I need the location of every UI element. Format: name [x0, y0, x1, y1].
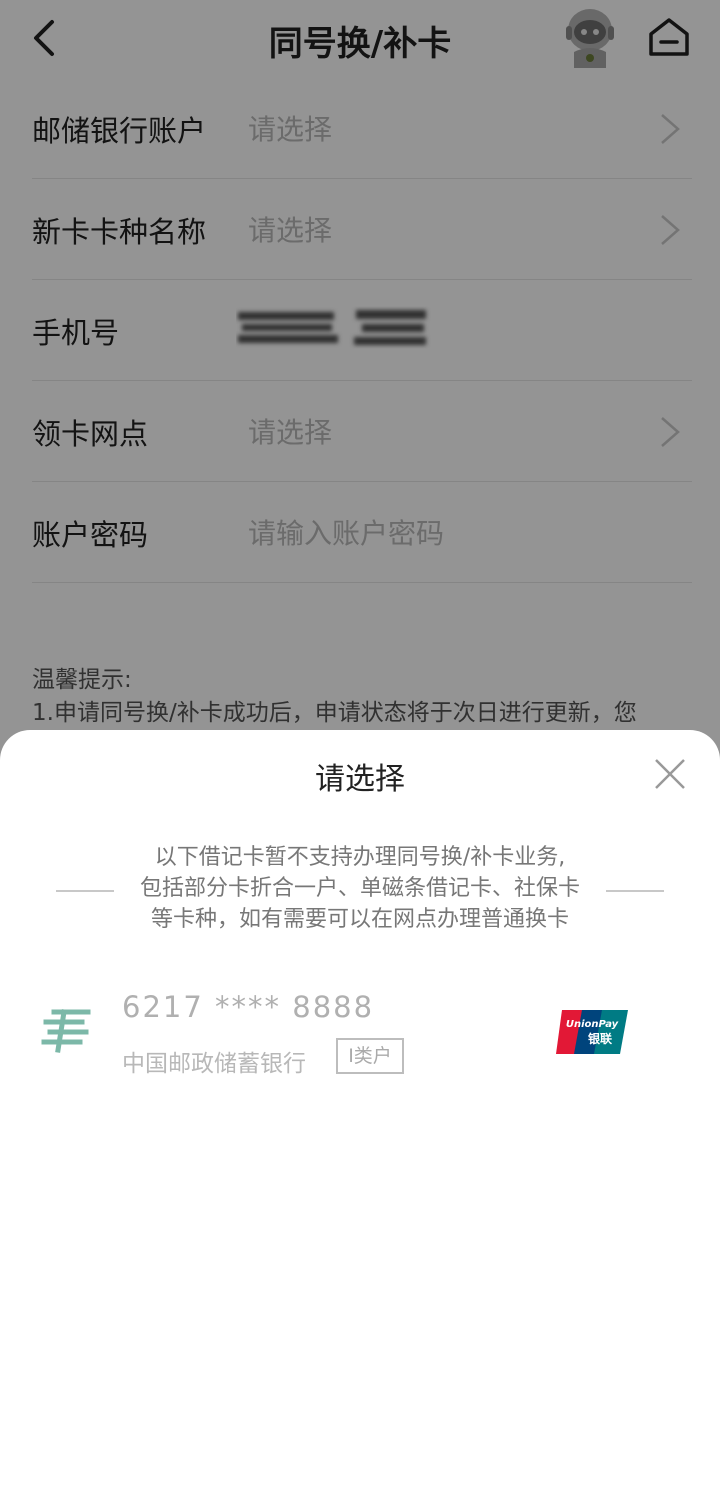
- notice-line: 包括部分卡折合一户、单磁条借记卡、社保卡: [139, 876, 580, 901]
- notice-line: 以下借记卡暂不支持办理同号换/补卡业务,: [154, 845, 566, 870]
- unionpay-logo-icon: UnionPay 银联: [556, 1010, 628, 1054]
- divider: [606, 890, 664, 892]
- bottom-sheet: 请选择 以下借记卡暂不支持办理同号换/补卡业务, 包括部分卡折合一户、单磁条借记…: [0, 730, 720, 1491]
- bank-name: 中国邮政储蓄银行: [122, 1051, 306, 1077]
- svg-text:银联: 银联: [588, 1031, 612, 1046]
- notice-text: 以下借记卡暂不支持办理同号换/补卡业务, 包括部分卡折合一户、单磁条借记卡、社保…: [118, 842, 602, 935]
- card-number: 6217 **** 8888: [122, 990, 375, 1024]
- card-list-item[interactable]: 6217 **** 8888 中国邮政储蓄银行 I类户 UnionPay 银联: [34, 980, 686, 1090]
- svg-text:UnionPay: UnionPay: [566, 1019, 619, 1030]
- close-icon[interactable]: [650, 754, 690, 794]
- sheet-title: 请选择: [315, 762, 405, 797]
- divider: [56, 890, 114, 892]
- card-class-badge: I类户: [336, 1038, 404, 1074]
- notice-line: 等卡种，如有需要可以在网点办理普通换卡: [150, 907, 569, 932]
- postal-bank-logo-icon: [41, 1009, 91, 1053]
